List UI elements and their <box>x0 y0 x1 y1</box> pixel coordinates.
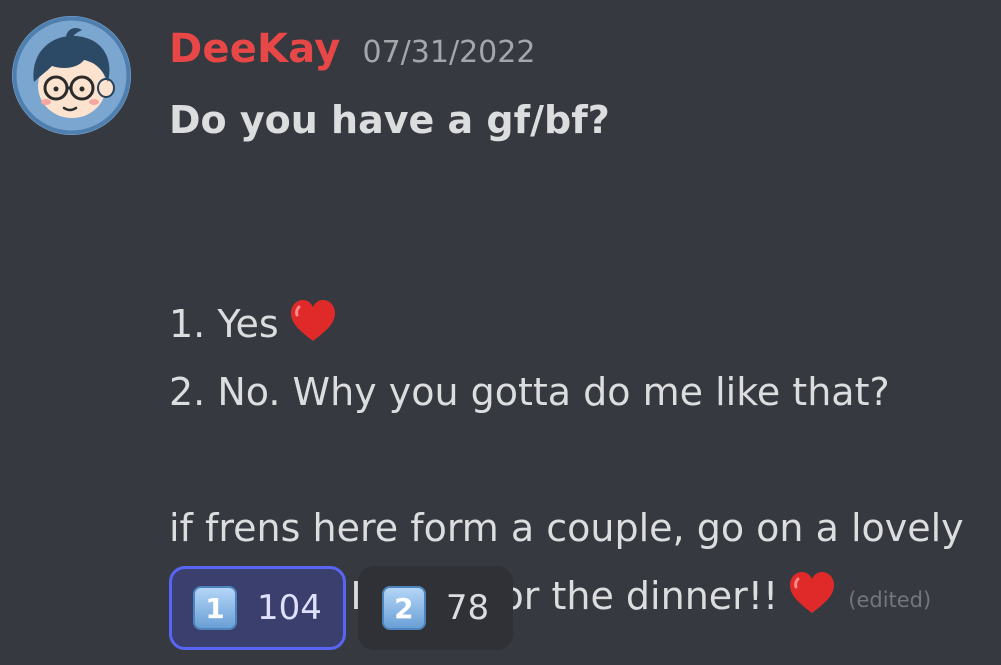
reaction-count: 78 <box>445 588 490 628</box>
reaction-count: 104 <box>257 588 322 628</box>
message-title: Do you have a gf/bf? <box>169 98 610 142</box>
option-1-text: 1. Yes <box>169 302 279 346</box>
keycap-1-icon: 1 <box>193 586 237 630</box>
avatar-image <box>12 16 131 135</box>
paragraph-line-1: if frens here form a couple, go on a lov… <box>169 506 964 550</box>
reaction-keycap-1-button[interactable]: 1 104 <box>169 566 346 650</box>
option-2-line: 2. No. Why you gotta do me like that? <box>169 370 890 414</box>
timestamp: 07/31/2022 <box>362 35 536 70</box>
message-content: DeeKay 07/31/2022 Do you have a gf/bf? 1… <box>169 26 989 634</box>
keycap-2-icon: 2 <box>381 586 426 630</box>
option-1-line: 1. Yes <box>169 290 989 358</box>
message-header: DeeKay 07/31/2022 <box>169 26 989 86</box>
chat-message: DeeKay 07/31/2022 Do you have a gf/bf? 1… <box>0 0 1001 665</box>
reaction-keycap-2-button[interactable]: 2 78 <box>357 566 514 650</box>
heart-emoji-icon <box>790 572 835 613</box>
avatar[interactable] <box>12 16 131 135</box>
heart-emoji-icon <box>290 300 335 341</box>
username[interactable]: DeeKay <box>169 26 341 72</box>
reactions-bar: 1 104 2 78 <box>169 566 514 650</box>
edited-label: (edited) <box>848 588 932 612</box>
